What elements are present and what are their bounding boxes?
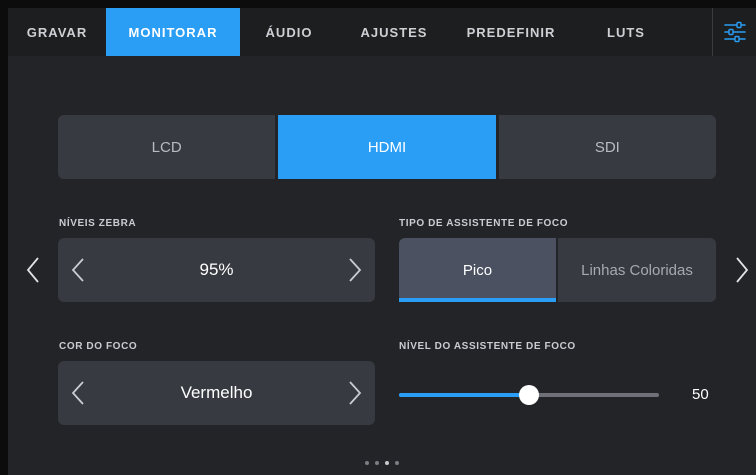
focus-color-label: COR DO FOCO [59,341,138,352]
page-dot[interactable] [375,461,379,465]
prev-page-button[interactable] [18,250,48,290]
focus-type-pico-label: Pico [462,261,493,279]
chevron-left-icon [71,381,84,405]
page-dot[interactable] [385,461,389,465]
selected-indicator [399,298,556,302]
focus-assist-type-label: TIPO DE ASSISTENTE DE FOCO [399,218,569,229]
focus-color-increment-button[interactable] [335,361,375,425]
tab-luts[interactable]: LUTS [572,8,680,56]
settings-menu-button[interactable] [712,8,756,56]
page-indicator [365,461,399,465]
chevron-left-icon [71,258,84,282]
output-sdi-button[interactable]: SDI [498,115,716,179]
next-page-button[interactable] [727,250,756,290]
zebra-label: NÍVEIS ZEBRA [59,218,137,229]
top-tab-bar: GRAVAR MONITORAR ÁUDIO AJUSTES PREDEFINI… [8,8,756,56]
zebra-decrement-button[interactable] [58,238,98,302]
slider-fill [399,393,529,397]
focus-color-value: Vermelho [180,383,253,402]
tab-gravar[interactable]: GRAVAR [8,8,106,56]
output-hdmi-button[interactable]: HDMI [278,115,496,179]
focus-assist-level-slider[interactable] [399,385,659,405]
zebra-stepper: 95% [58,238,375,302]
slider-thumb[interactable] [519,385,539,405]
page-dot[interactable] [395,461,399,465]
tab-audio[interactable]: ÁUDIO [240,8,338,56]
sliders-icon [723,21,746,43]
chevron-right-icon [736,257,749,283]
focus-type-linhas-label: Linhas Coloridas [581,261,693,279]
zebra-value: 95% [199,260,234,279]
monitor-settings-screen: GRAVAR MONITORAR ÁUDIO AJUSTES PREDEFINI… [0,0,756,475]
chevron-left-icon [26,257,39,283]
focus-color-stepper: Vermelho [58,361,375,425]
chevron-right-icon [349,258,362,282]
output-selector: LCD HDMI SDI [58,115,716,179]
focus-color-decrement-button[interactable] [58,361,98,425]
focus-type-linhas-button[interactable]: Linhas Coloridas [558,238,716,302]
tab-ajustes[interactable]: AJUSTES [338,8,450,56]
output-lcd-button[interactable]: LCD [58,115,276,179]
tab-monitorar[interactable]: MONITORAR [106,8,240,56]
focus-type-pico-button[interactable]: Pico [399,238,556,302]
zebra-increment-button[interactable] [335,238,375,302]
focus-assist-type-selector: Pico Linhas Coloridas [399,238,716,302]
chevron-right-icon [349,381,362,405]
tab-predefinir[interactable]: PREDEFINIR [450,8,572,56]
page-dot[interactable] [365,461,369,465]
focus-assist-level-label: NÍVEL DO ASSISTENTE DE FOCO [399,341,576,352]
focus-assist-level-value: 50 [692,386,709,403]
